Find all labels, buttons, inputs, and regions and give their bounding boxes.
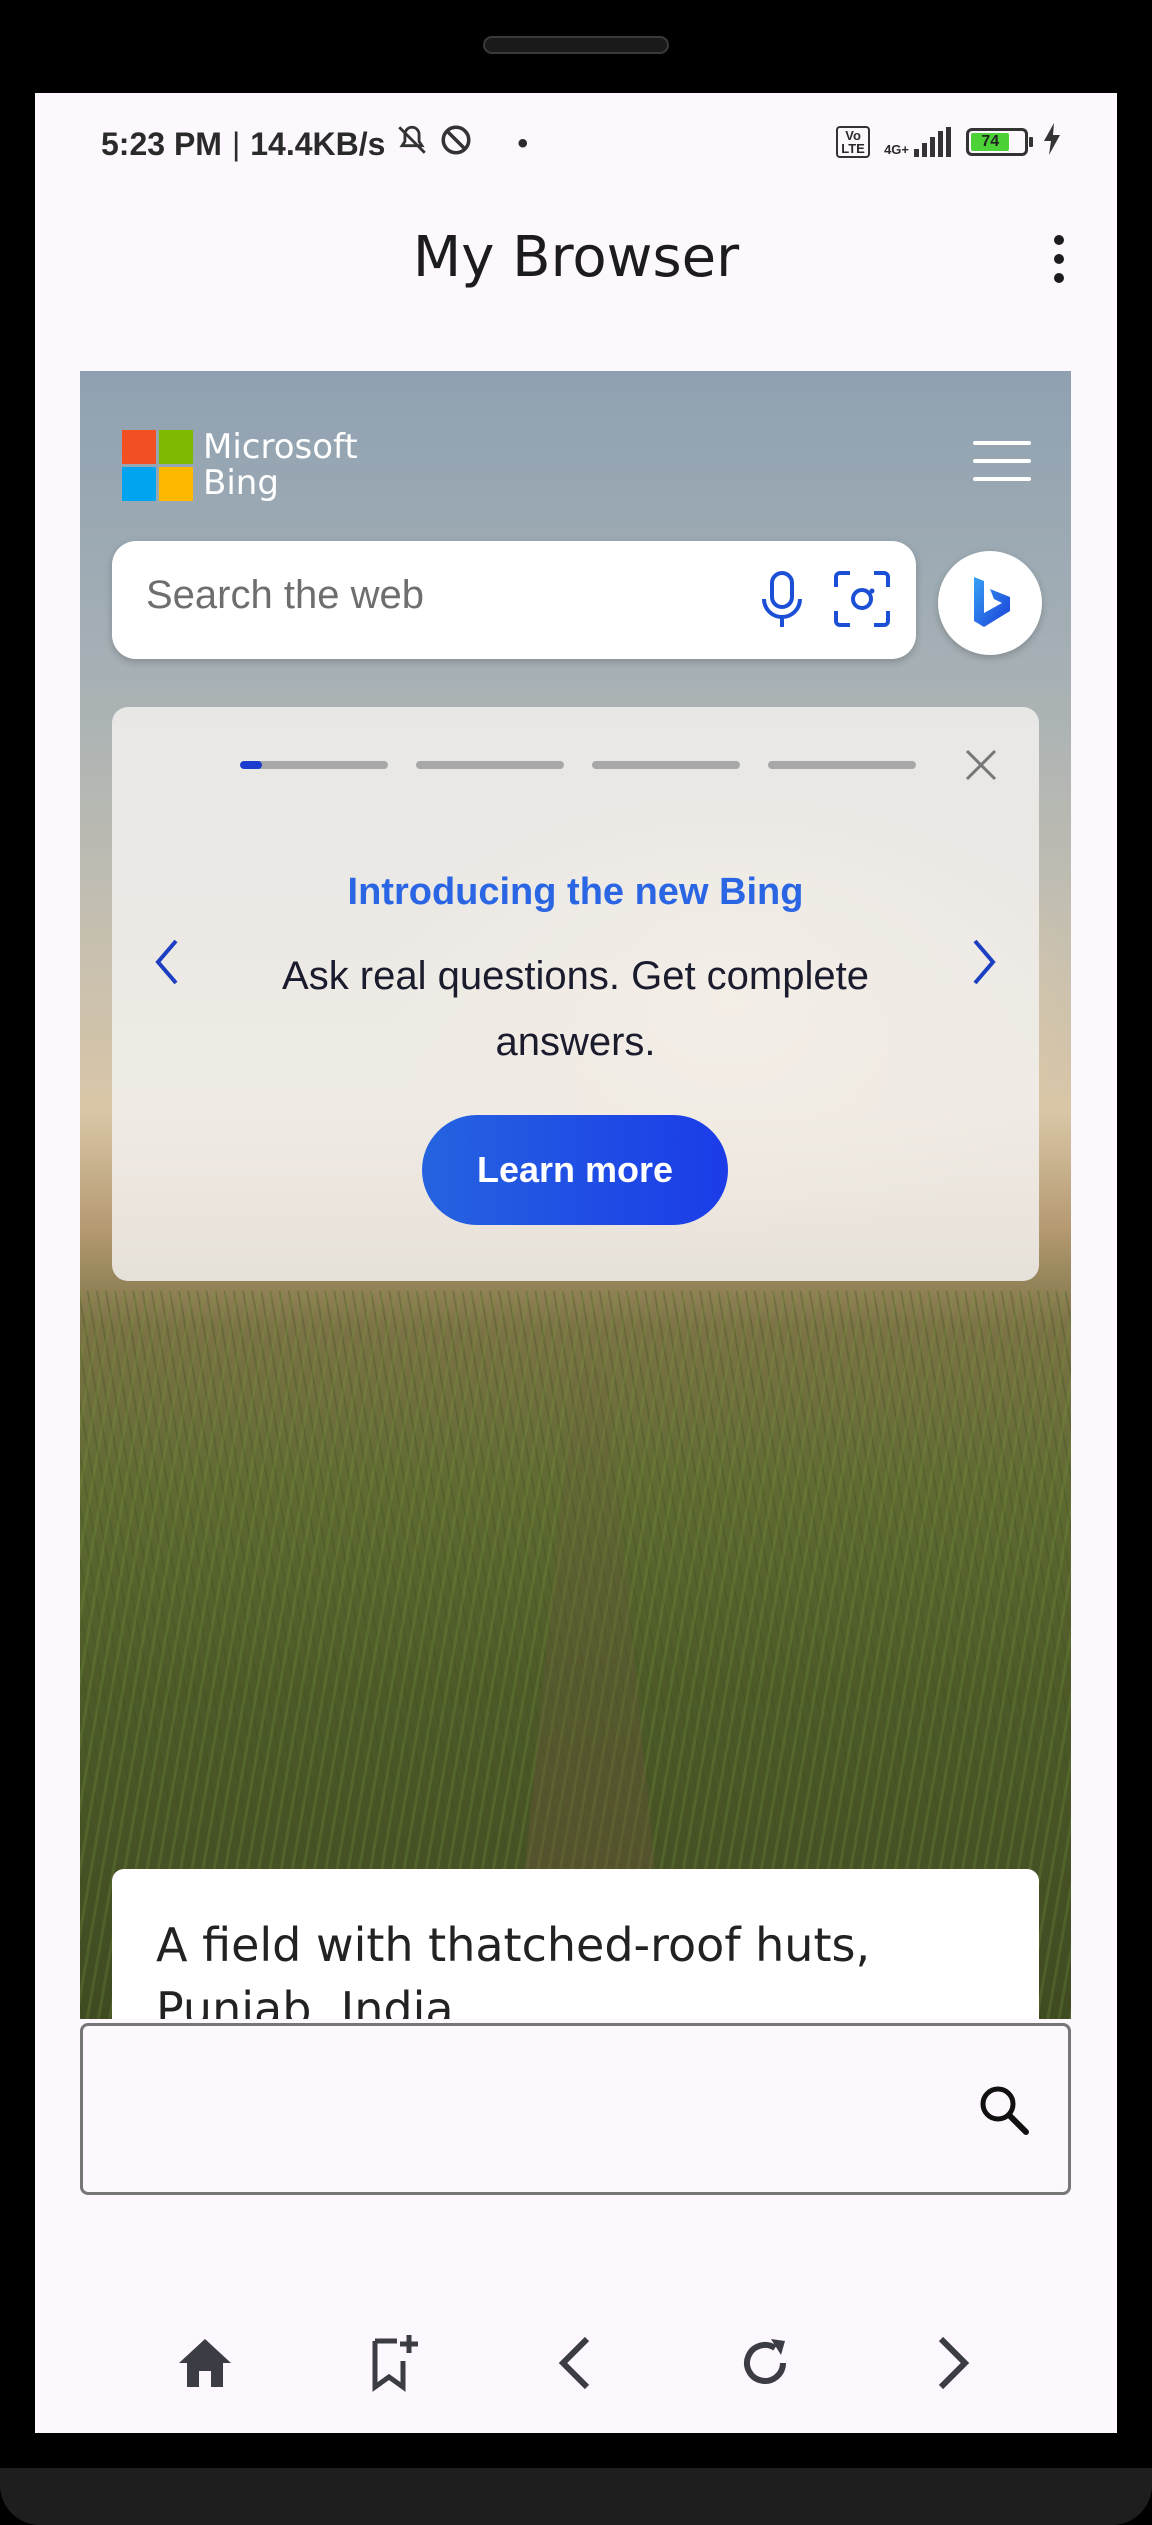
image-caption: A field with thatched-roof huts, Punjab,… [156,1918,871,2019]
image-caption-card[interactable]: A field with thatched-roof huts, Punjab,… [112,1869,1039,2019]
notification-dot-icon: • [517,127,528,160]
status-bar: 5:23 PM | 14.4KB/s • Vo LTE 4G+ 74 [35,93,1117,189]
bing-search-box[interactable]: Search the web [112,541,916,659]
logo-line-microsoft: Microsoft [203,427,358,467]
phone-frame: 5:23 PM | 14.4KB/s • Vo LTE 4G+ 74 My Br… [0,0,1152,2525]
app-title: My Browser [412,225,740,290]
close-icon[interactable] [963,747,999,783]
forward-icon[interactable] [913,2323,993,2403]
bookmark-add-icon[interactable] [353,2323,433,2403]
promo-card: Introducing the new Bing Ask real questi… [112,707,1039,1281]
home-icon[interactable] [165,2323,245,2403]
status-net-speed: 14.4KB/s [250,125,386,162]
charging-icon [1042,123,1062,160]
progress-segment [240,761,388,769]
bing-logo[interactable]: Microsoft Bing [122,429,358,501]
speaker-grille [483,36,669,54]
data-saver-icon [439,123,473,165]
microsoft-logo-icon [122,429,193,501]
status-separator: | [231,125,241,162]
network-type: 4G+ [884,141,909,157]
visual-search-icon[interactable] [832,569,892,629]
mute-icon [395,123,429,165]
bottom-bezel [0,2468,1152,2525]
battery-icon: 74 [966,127,1033,156]
volte-icon: Vo LTE [836,125,871,158]
battery-level: 74 [971,132,1010,151]
url-input[interactable] [80,2023,1071,2195]
hamburger-menu-icon[interactable] [973,441,1031,481]
chevron-left-icon[interactable] [152,937,182,987]
progress-segment [592,761,740,769]
bottom-navigation [35,2293,1117,2433]
back-icon[interactable] [535,2323,615,2403]
bing-chat-icon[interactable] [938,551,1042,655]
promo-heading: Introducing the new Bing [347,871,804,913]
webview[interactable]: Microsoft Bing Search the web Introducin… [80,371,1071,2019]
chevron-right-icon[interactable] [969,937,999,987]
search-icon[interactable] [976,2082,1032,2138]
signal-icon: 4G+ [884,126,952,157]
progress-segment [416,761,564,769]
search-input[interactable]: Search the web [146,573,424,618]
app-bar: My Browser [35,189,1117,319]
logo-line-bing: Bing [203,463,279,503]
screen: 5:23 PM | 14.4KB/s • Vo LTE 4G+ 74 My Br… [35,93,1117,2433]
status-right: Vo LTE 4G+ 74 [836,123,1062,160]
promo-body: Ask real questions. Get complete answers… [282,954,869,1064]
learn-more-button[interactable]: Learn more [422,1115,728,1225]
progress-segment [768,761,916,769]
more-vert-icon[interactable] [1049,235,1069,285]
refresh-icon[interactable] [725,2323,805,2403]
carousel-progress [240,761,916,769]
microphone-icon[interactable] [760,571,804,629]
status-time: 5:23 PM [101,125,222,162]
logo-text: Microsoft Bing [203,429,358,501]
status-left: 5:23 PM | 14.4KB/s • [101,123,528,165]
